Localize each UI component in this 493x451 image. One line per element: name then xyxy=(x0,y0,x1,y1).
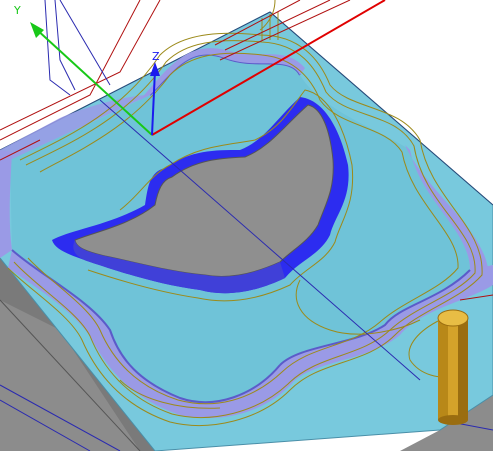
cam-3d-viewport[interactable]: Y Z xyxy=(0,0,493,451)
z-axis-label: Z xyxy=(152,50,160,63)
cutting-tool[interactable] xyxy=(437,309,469,425)
scene-svg[interactable]: Y Z xyxy=(0,0,493,451)
y-axis-label: Y xyxy=(13,4,21,17)
